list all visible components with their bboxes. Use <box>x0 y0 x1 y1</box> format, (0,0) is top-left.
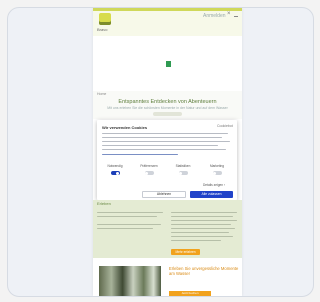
consent-category-marketing: Marketing <box>202 164 232 175</box>
text-line <box>171 220 237 222</box>
logo-text: Bravo <box>97 27 108 32</box>
consent-categories: Notwendig Präferenzen Statistiken Market… <box>97 164 237 180</box>
category-label: Präferenzen <box>140 164 158 168</box>
promo-section: Erleben Sie unvergessliche Momente am Wa… <box>93 258 242 296</box>
cookie-consent-dialog: Wir verwenden Cookies Cookiebot Notwendi… <box>97 120 237 200</box>
toggle-switch[interactable] <box>178 171 188 175</box>
loading-icon <box>166 61 171 67</box>
consent-title: Wir verwenden Cookies <box>102 125 148 130</box>
hero-area <box>93 36 242 91</box>
green-content-section: Erleben Mehr erfahren <box>93 200 242 258</box>
show-details-link[interactable]: Details zeigen › <box>203 183 225 187</box>
text-line <box>171 228 235 230</box>
promo-title: Erleben Sie unvergessliche Momente am Wa… <box>169 266 239 276</box>
intro-section: Home Entspanntes Entdecken von Abenteuer… <box>93 91 242 119</box>
close-icon[interactable]: × <box>227 11 231 17</box>
page-headline: Entspanntes Entdecken von Abenteuern <box>118 99 217 105</box>
text-line <box>171 216 233 218</box>
breadcrumb[interactable]: Home <box>97 92 106 96</box>
toggle-knob <box>115 171 119 175</box>
text-line <box>171 240 221 242</box>
allow-all-button[interactable]: Alle zulassen <box>190 191 233 198</box>
toggle-switch[interactable] <box>110 171 120 175</box>
category-label: Notwendig <box>107 164 123 168</box>
deny-button[interactable]: Ablehnen <box>142 191 186 198</box>
small-tag <box>153 112 182 116</box>
login-link[interactable]: Anmelden <box>203 13 226 19</box>
toggle-knob <box>213 171 217 175</box>
learn-more-button[interactable]: Mehr erfahren <box>171 249 200 255</box>
text-line <box>97 224 161 226</box>
text-line <box>97 228 153 230</box>
text-line <box>171 224 231 226</box>
consent-brand: Cookiebot <box>217 124 233 128</box>
site-header: Bravo Anmelden × <box>93 8 242 36</box>
category-label: Marketing <box>210 164 224 168</box>
section-title: Erleben <box>97 201 111 206</box>
menu-icon[interactable] <box>234 16 238 17</box>
text-line <box>171 236 233 238</box>
consent-category-preferences: Präferenzen <box>134 164 164 175</box>
mobile-page: Bravo Anmelden × Home Entspanntes Entdec… <box>93 8 242 296</box>
page-subline: Mit uns erleben Sie die schönsten Moment… <box>107 106 228 110</box>
consent-text-line <box>102 149 226 151</box>
promo-image <box>99 266 161 296</box>
text-line <box>171 232 229 234</box>
header-accent-bar <box>93 8 242 11</box>
consent-text-line <box>102 137 222 139</box>
consent-text-line <box>102 141 230 143</box>
browser-frame: Bravo Anmelden × Home Entspanntes Entdec… <box>7 7 314 297</box>
consent-category-statistics: Statistiken <box>168 164 198 175</box>
site-logo[interactable] <box>99 13 111 25</box>
consent-policy-link[interactable] <box>102 154 178 156</box>
text-line <box>171 212 237 214</box>
toggle-knob <box>145 171 149 175</box>
text-line <box>97 216 157 218</box>
toggle-switch[interactable] <box>144 171 154 175</box>
toggle-knob <box>179 171 183 175</box>
text-line <box>97 212 163 214</box>
toggle-switch[interactable] <box>212 171 222 175</box>
consent-category-necessary: Notwendig <box>100 164 130 175</box>
consent-text-line <box>102 145 218 147</box>
book-now-button[interactable]: Jetzt buchen <box>169 291 211 296</box>
category-label: Statistiken <box>175 164 191 168</box>
consent-text-line <box>102 133 228 135</box>
